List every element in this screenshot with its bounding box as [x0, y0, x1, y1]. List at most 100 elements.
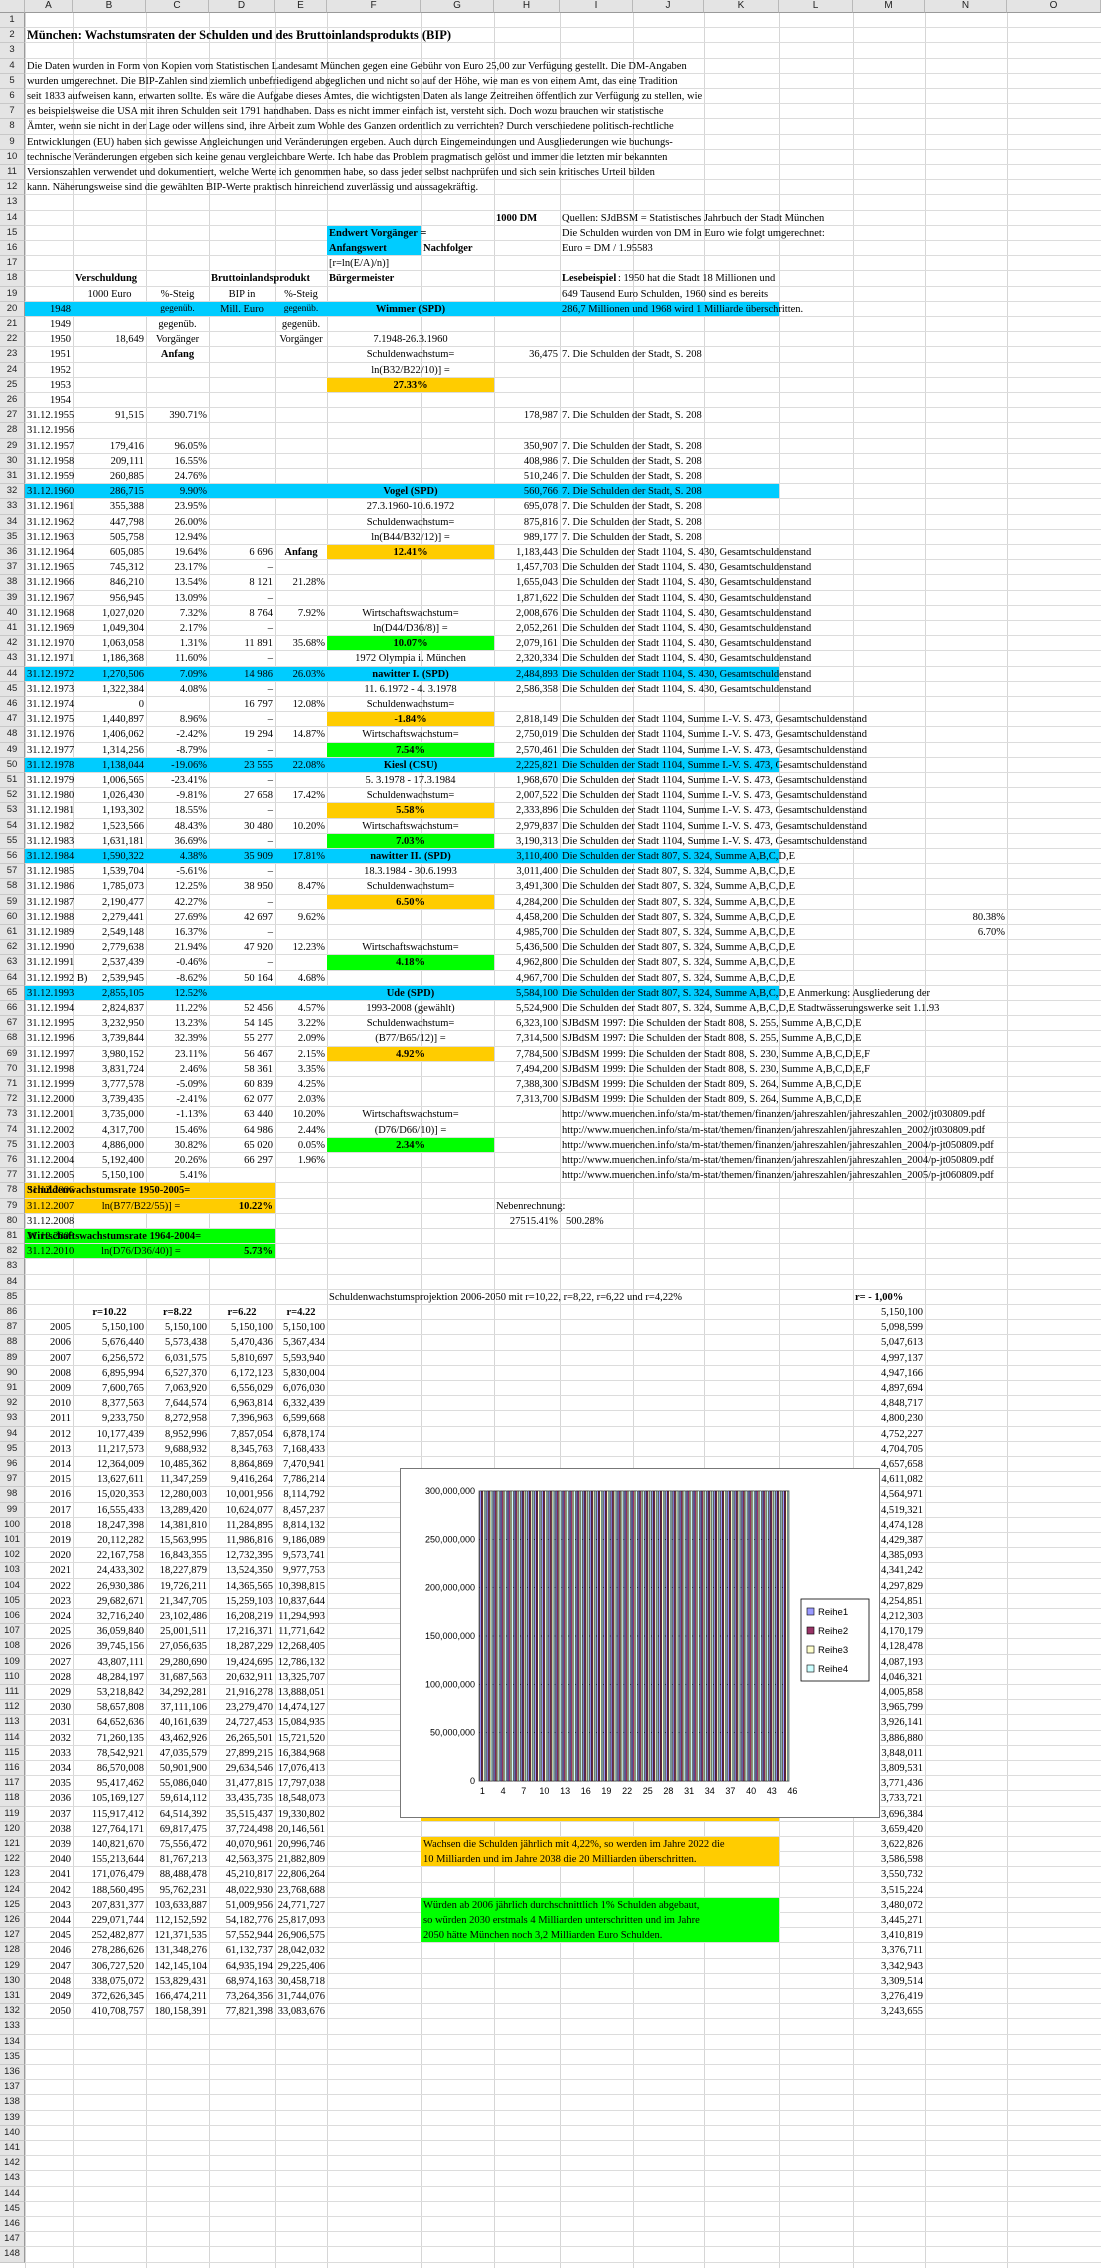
projection-value[interactable]: 29,280,690	[148, 1656, 207, 1669]
projection-year[interactable]: 2010	[27, 1397, 71, 1410]
row-header[interactable]: 19	[0, 286, 25, 302]
projection-value[interactable]: 9,233,750	[75, 1412, 144, 1425]
bip-growth[interactable]: 2.44%	[277, 1124, 325, 1137]
projection-value[interactable]: 32,716,240	[75, 1610, 144, 1623]
row-header[interactable]: 119	[0, 1806, 25, 1822]
projection-value[interactable]: 7,600,765	[75, 1382, 144, 1395]
dm-value[interactable]: 7,314,500	[496, 1032, 558, 1045]
projection-year[interactable]: 2013	[27, 1443, 71, 1456]
projection-year[interactable]: 2007	[27, 1352, 71, 1365]
bip-value[interactable]: 52 456	[211, 1002, 273, 1015]
projection-value[interactable]: 15,084,935	[277, 1716, 325, 1729]
row-header[interactable]: 63	[0, 955, 25, 971]
debt-growth[interactable]: 16.37%	[148, 926, 207, 939]
growth-header[interactable]: %-Steig	[277, 288, 325, 301]
projection-year[interactable]: 2011	[27, 1412, 71, 1425]
projection-m-value[interactable]: 3,376,711	[855, 1944, 923, 1957]
anfangswert-label[interactable]: Anfangswert	[329, 242, 419, 255]
mayor-column-text[interactable]: ln(B44/B32/12)] =	[329, 531, 492, 544]
bip-value[interactable]: 56 467	[211, 1048, 273, 1061]
row-header[interactable]: 95	[0, 1441, 25, 1457]
projection-value[interactable]: 5,150,100	[75, 1321, 144, 1334]
source-note[interactable]: Die Schulden der Stadt 807, S. 324, Summ…	[562, 850, 1099, 863]
intro-text-line[interactable]: Entwicklungen (EU) haben sich gewisse An…	[27, 136, 1005, 149]
dm-value[interactable]: 2,008,676	[496, 607, 558, 620]
dm-value[interactable]: 1,655,043	[496, 576, 558, 589]
projection-value[interactable]: 48,022,930	[211, 1884, 273, 1897]
example-note[interactable]: Wachsen die Schulden jährlich mit 4,22%,…	[423, 1838, 777, 1851]
debt-value[interactable]: 505,758	[75, 531, 144, 544]
projection-value[interactable]: 86,570,008	[75, 1762, 144, 1775]
projection-year[interactable]: 2033	[27, 1747, 71, 1760]
projection-year[interactable]: 2014	[27, 1458, 71, 1471]
summary-rate[interactable]: 5.73%	[211, 1245, 273, 1258]
projection-year[interactable]: 2043	[27, 1899, 71, 1912]
date-cell[interactable]: 31.12.1993	[27, 987, 74, 1000]
row-header[interactable]: 62	[0, 940, 25, 956]
row-header[interactable]: 143	[0, 2171, 25, 2187]
projection-value[interactable]: 410,708,757	[75, 2005, 145, 2018]
row-header[interactable]: 120	[0, 1821, 25, 1837]
projection-value[interactable]: 12,732,395	[211, 1549, 273, 1562]
debt-growth[interactable]: 390.71%	[148, 409, 207, 422]
debt-growth[interactable]: 19.64%	[148, 546, 207, 559]
projection-value[interactable]: 33,435,735	[211, 1792, 273, 1805]
projection-value[interactable]: 77,821,398	[211, 2005, 273, 2018]
projection-value[interactable]: 131,348,276	[148, 1944, 208, 1957]
row-header[interactable]: 70	[0, 1061, 25, 1077]
debt-growth[interactable]: 12.94%	[148, 531, 207, 544]
debt-value[interactable]: 1,006,565	[75, 774, 144, 787]
debt-growth[interactable]: -8.62%	[148, 972, 207, 985]
projection-value[interactable]: 27,056,635	[148, 1640, 207, 1653]
debt-growth[interactable]: 11.60%	[148, 652, 207, 665]
bip-value[interactable]: –	[211, 956, 273, 969]
projection-value[interactable]: 71,260,135	[75, 1732, 144, 1745]
projection-year[interactable]: 2035	[27, 1777, 71, 1790]
row-header[interactable]: 103	[0, 1563, 25, 1579]
projection-value[interactable]: 6,527,370	[148, 1367, 207, 1380]
mayor-column-text[interactable]: 1972 Olympia i. München	[329, 652, 492, 665]
bip-growth[interactable]: 7.92%	[277, 607, 325, 620]
projection-m-value[interactable]: 3,276,419	[855, 1990, 923, 2003]
row-header[interactable]: 100	[0, 1517, 25, 1533]
debt-growth[interactable]: 4.38%	[148, 850, 207, 863]
debt-value[interactable]: 2,824,837	[75, 1002, 144, 1015]
row-header[interactable]: 56	[0, 849, 25, 865]
projection-value[interactable]: 15,259,103	[211, 1595, 273, 1608]
debt-value[interactable]: 209,111	[75, 455, 144, 468]
mayor-column-text[interactable]: (D76/D66/10)] =	[329, 1124, 492, 1137]
row-header[interactable]: 59	[0, 894, 25, 910]
debt-growth[interactable]: 7.09%	[148, 668, 207, 681]
summary-rate[interactable]: 10.22%	[211, 1200, 273, 1213]
row-header[interactable]: 34	[0, 514, 25, 530]
bip-growth[interactable]: 2.03%	[277, 1093, 325, 1106]
debt-growth[interactable]: 13.54%	[148, 576, 207, 589]
source-note[interactable]: Die Schulden der Stadt 807, S. 324, Summ…	[562, 987, 1099, 1000]
source-note[interactable]: http://www.muenchen.info/sta/m-stat/them…	[562, 1154, 1099, 1167]
projection-value[interactable]: 16,555,433	[75, 1504, 144, 1517]
projection-value[interactable]: 18,247,398	[75, 1519, 144, 1532]
bip-growth[interactable]: 9.62%	[277, 911, 325, 924]
bip-growth[interactable]: 3.22%	[277, 1017, 325, 1030]
date-cell[interactable]: 31.12.2002	[27, 1124, 74, 1137]
bip-growth[interactable]: 12.08%	[277, 698, 325, 711]
projection-year[interactable]: 2037	[27, 1808, 71, 1821]
dm-value[interactable]: 4,458,200	[496, 911, 558, 924]
row-header[interactable]: 47	[0, 712, 25, 728]
intro-text-line[interactable]: technische Veränderungen ergeben sich ke…	[27, 151, 1005, 164]
projection-value[interactable]: 24,433,302	[75, 1564, 144, 1577]
row-header[interactable]: 130	[0, 1973, 25, 1989]
debt-value[interactable]: 2,279,441	[75, 911, 144, 924]
projection-year[interactable]: 2018	[27, 1519, 71, 1532]
bip-value[interactable]: 42 697	[211, 911, 273, 924]
economic-growth-rate[interactable]: 7.03%	[329, 835, 492, 848]
source-note[interactable]: Die Schulden der Stadt 1104, S. 430, Ges…	[562, 592, 1099, 605]
mayor-column-text[interactable]: (B77/B65/12)] =	[329, 1032, 492, 1045]
projection-m-value[interactable]: 3,622,826	[855, 1838, 923, 1851]
projection-m-value[interactable]: 4,752,227	[855, 1428, 923, 1441]
bip-value[interactable]: 19 294	[211, 728, 273, 741]
column-header-b[interactable]: B	[73, 0, 146, 13]
date-cell[interactable]: 31.12.1964	[27, 546, 74, 559]
projection-value[interactable]: 29,634,546	[211, 1762, 273, 1775]
mayor-column-text[interactable]: ln(D44/D36/8)] =	[329, 622, 492, 635]
